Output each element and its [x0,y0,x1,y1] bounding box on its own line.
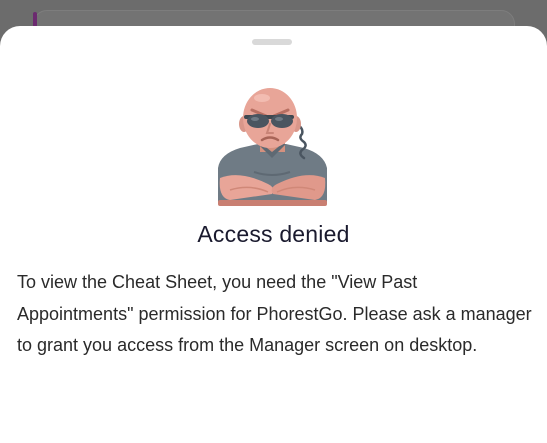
bouncer-with-sunglasses-icon [218,88,327,206]
permission-message: To view the Cheat Sheet, you need the "V… [17,272,532,355]
dialog-title: Access denied [197,221,350,247]
access-denied-bottom-sheet: Access denied To view the Cheat Sheet, y… [0,26,547,443]
drag-handle[interactable] [252,39,292,45]
